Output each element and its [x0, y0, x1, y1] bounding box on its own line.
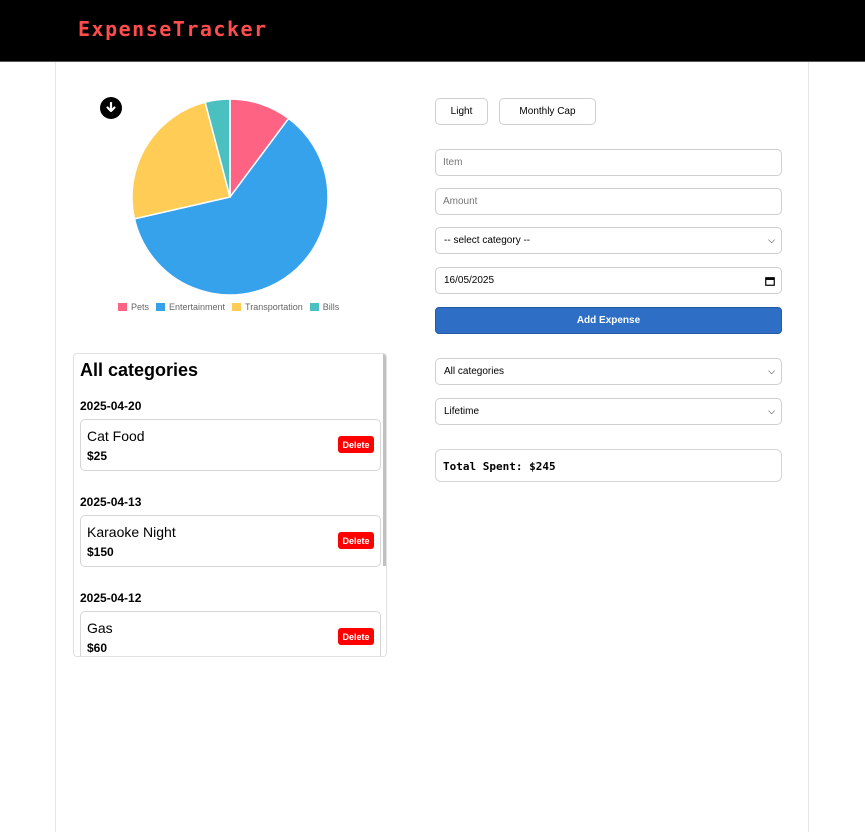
- list-scrollbar-thumb[interactable]: [383, 354, 386, 566]
- category-select-value: -- select category --: [444, 235, 531, 246]
- legend-label: Bills: [322, 302, 340, 312]
- list-scrollbar[interactable]: [382, 354, 386, 656]
- expense-name: Cat Food: [87, 428, 145, 444]
- category-select[interactable]: -- select category -- ⌵: [435, 227, 782, 254]
- delete-button[interactable]: Delete: [338, 436, 374, 453]
- group-date: 2025-04-12: [80, 591, 142, 605]
- expense-amount: $150: [87, 545, 114, 559]
- expense-pie-chart: [131, 98, 329, 296]
- legend-label: Pets: [131, 302, 150, 312]
- category-filter-select[interactable]: All categories ⌵: [435, 358, 782, 385]
- amount-input[interactable]: [435, 188, 782, 215]
- list-title: All categories: [80, 360, 199, 380]
- delete-button[interactable]: Delete: [338, 532, 374, 549]
- legend-label: Entertainment: [169, 302, 226, 312]
- expense-card: Gas $60 Delete: [80, 611, 381, 656]
- expense-date-group: 2025-04-13 Karaoke Night $150 Delete: [80, 495, 382, 567]
- app-title: ExpenseTracker: [78, 17, 268, 41]
- category-filter-value: All categories: [444, 366, 505, 377]
- legend-item-transportation[interactable]: Transportation: [232, 302, 303, 312]
- expense-amount: $60: [87, 641, 108, 655]
- delete-button[interactable]: Delete: [338, 628, 374, 645]
- chevron-down-icon: ⌵: [768, 406, 775, 416]
- legend-swatch: [118, 303, 127, 311]
- period-filter-select[interactable]: Lifetime ⌵: [435, 398, 782, 425]
- expense-amount: $25: [87, 449, 108, 463]
- expense-card: Karaoke Night $150 Delete: [80, 515, 381, 567]
- date-input[interactable]: 16/05/2025: [435, 267, 782, 294]
- expense-list-panel[interactable]: All categories 2025-04-20 Cat Food $25 D…: [73, 353, 387, 657]
- top-navbar: ExpenseTracker: [0, 0, 865, 62]
- item-input[interactable]: [435, 149, 782, 176]
- period-filter-value: Lifetime: [444, 406, 480, 417]
- chevron-down-icon: ⌵: [768, 366, 775, 376]
- download-chart-button[interactable]: [100, 97, 122, 119]
- legend-swatch: [232, 303, 242, 311]
- expense-card: Cat Food $25 Delete: [80, 419, 381, 471]
- date-value: 16/05/2025: [444, 275, 495, 286]
- group-date: 2025-04-20: [80, 399, 142, 413]
- add-expense-button[interactable]: Add Expense: [435, 307, 782, 334]
- chart-legend: Pets Entertainment Transportation Bills: [118, 302, 339, 312]
- download-icon: [106, 101, 116, 113]
- legend-item-pets[interactable]: Pets: [118, 302, 149, 312]
- expense-date-group: 2025-04-12 Gas $60 Delete: [80, 591, 382, 656]
- legend-item-bills[interactable]: Bills: [309, 302, 340, 312]
- chevron-down-icon: ⌵: [768, 235, 775, 245]
- expense-name: Gas: [87, 620, 113, 636]
- theme-toggle-button[interactable]: Light: [435, 98, 488, 125]
- legend-swatch: [156, 303, 166, 311]
- monthly-cap-button[interactable]: Monthly Cap: [499, 98, 596, 125]
- calendar-icon[interactable]: [765, 276, 775, 286]
- total-spent-display: Total Spent: $245: [435, 449, 782, 482]
- legend-label: Transportation: [245, 302, 303, 312]
- expense-name: Karaoke Night: [87, 524, 176, 540]
- expense-date-group: 2025-04-20 Cat Food $25 Delete: [80, 399, 382, 471]
- legend-swatch: [309, 303, 319, 311]
- legend-item-entertainment[interactable]: Entertainment: [156, 302, 225, 312]
- group-date: 2025-04-13: [80, 495, 142, 509]
